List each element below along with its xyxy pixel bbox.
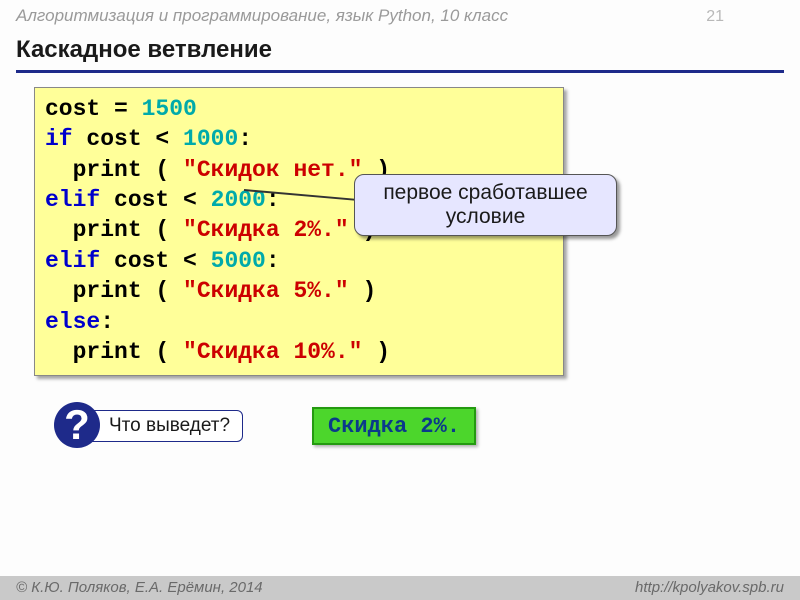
course-label: Алгоритмизация и программирование, язык … <box>16 6 508 26</box>
footer-authors: © К.Ю. Поляков, Е.А. Ерёмин, 2014 <box>16 579 263 596</box>
content-area: cost = 1500 if cost < 1000: print ( "Ски… <box>34 87 766 376</box>
slide-title: Каскадное ветвление <box>16 36 784 73</box>
answer-box: Скидка 2%. <box>312 407 476 445</box>
question-row: ? Что выведет? Скидка 2%. <box>34 398 766 458</box>
question-icon: ? <box>54 402 100 448</box>
footer-url: http://kpolyakov.spb.ru <box>635 579 784 596</box>
callout-bubble: первое сработавшее условие <box>354 174 617 236</box>
question-box: Что выведет? <box>78 410 243 442</box>
slide-header: Алгоритмизация и программирование, язык … <box>0 0 800 28</box>
slide-number: 21 <box>706 8 724 26</box>
slide-footer: © К.Ю. Поляков, Е.А. Ерёмин, 2014 http:/… <box>0 576 800 600</box>
